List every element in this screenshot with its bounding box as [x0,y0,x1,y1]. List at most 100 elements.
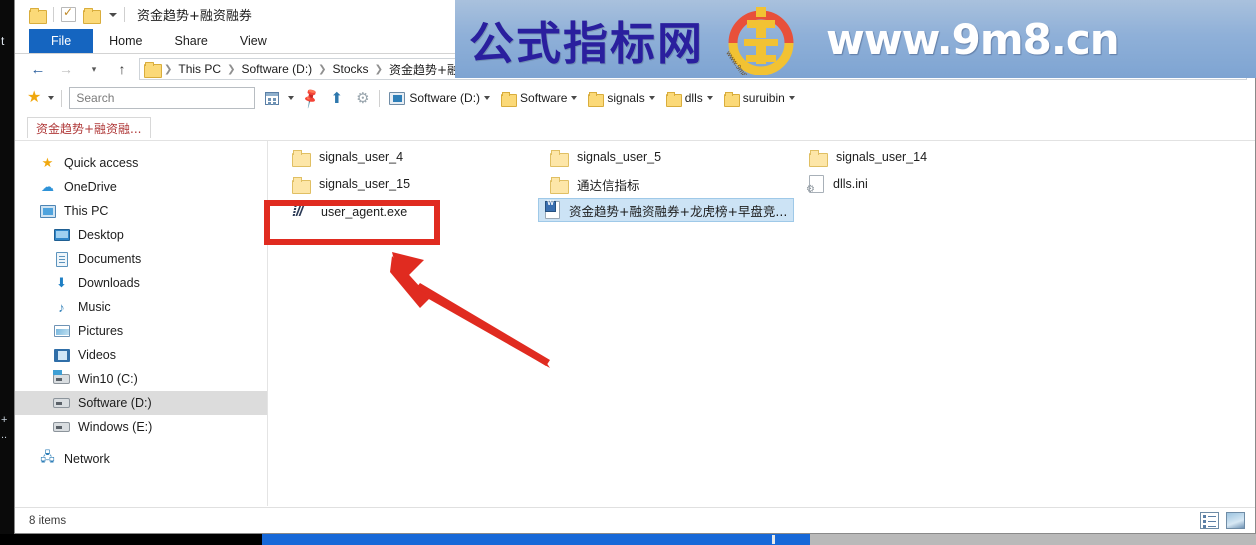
forward-arrow-icon[interactable]: → [55,58,77,80]
breadcrumb-item-software-d[interactable]: Software (D:) [238,62,315,76]
sidebar-item-music[interactable]: ♪ Music [15,295,267,319]
list-item[interactable]: signals_user_15 [286,172,416,196]
drive-chip-signals[interactable]: signals [586,91,656,107]
breadcrumb-separator: ❯ [318,63,327,75]
sidebar-item-windows-e[interactable]: Windows (E:) [15,415,267,439]
up-arrow-icon[interactable]: ⬆ [327,89,346,108]
tab-view[interactable]: View [224,29,283,53]
window-body: ★ Quick access ☁ OneDrive This PC Deskto… [15,140,1255,506]
pin-icon[interactable]: 📌 [298,85,324,111]
properties-icon[interactable] [61,5,76,22]
list-item[interactable]: signals_user_4 [286,145,409,169]
folder-icon [588,91,605,107]
drive-chip-label: dlls [684,91,703,105]
breadcrumb-separator: ❯ [374,63,383,75]
banner-site-name: 公式指标网 [469,16,705,70]
breadcrumb-item-stocks[interactable]: Stocks [330,62,372,76]
sidebar-item-label: Documents [78,252,142,266]
picture-icon [53,323,70,340]
tab-strip: 资金趋势+融资融... [15,112,1255,138]
chevron-down-icon[interactable] [288,96,295,100]
banner-url: www.9m8.cn [826,14,1120,64]
sidebar-item-desktop[interactable]: Desktop [15,223,267,247]
item-count-label: 8 items [29,514,67,527]
folder-icon [665,91,682,107]
drive-chip-label: suruibin [742,91,785,105]
chevron-down-icon[interactable] [484,96,491,100]
file-name: 资金趋势+融资融券+龙虎榜+早盘竞... [569,203,788,219]
sidebar-item-win10-c[interactable]: Win10 (C:) [15,367,267,391]
list-item[interactable]: dlls.ini [803,172,874,196]
window-title: 资金趋势+融资融券 [137,9,252,24]
tab-home[interactable]: Home [93,29,158,53]
back-arrow-icon[interactable]: ← [27,58,49,80]
file-list-pane[interactable]: signals_user_4 signals_user_15 ⁞// user_… [268,141,1255,506]
status-bar: 8 items [15,507,1255,533]
chevron-down-icon[interactable] [706,96,713,100]
network-icon: 🖧 [40,449,55,464]
drive-chip-label: signals [607,91,645,105]
folder-icon [809,149,828,167]
toolbar-row: ★ Search 📌 ⬆ ⚙ Software (D:) Software si… [15,84,1255,112]
desktop-edge-plus: + [1,414,8,426]
drive-chip-software-d[interactable]: Software (D:) [387,91,492,105]
screen: t + .. 资金趋势+融资融券 File Home Share View [0,0,1256,545]
view-grid-icon[interactable] [262,89,281,108]
large-icons-view-icon[interactable] [1226,512,1245,529]
list-item[interactable]: signals_user_5 [544,145,667,169]
folder-icon[interactable] [29,7,47,24]
up-arrow-icon[interactable]: ↑ [111,58,133,80]
chevron-down-icon[interactable] [788,96,795,100]
folder-icon [501,91,518,107]
sidebar-item-quick-access[interactable]: ★ Quick access [15,151,267,175]
list-item-selected[interactable]: 资金趋势+融资融券+龙虎榜+早盘竞... [538,198,795,222]
recent-locations-caret-icon[interactable]: ▾ [83,58,105,80]
file-name: signals_user_14 [836,150,928,164]
taskbar-cursor [772,535,775,544]
sidebar-item-videos[interactable]: Videos [15,343,267,367]
drive-chip-suruibin[interactable]: suruibin [722,91,797,107]
chevron-down-icon[interactable] [648,96,655,100]
sidebar-item-this-pc[interactable]: This PC [15,199,267,223]
drive-chip-label: Software [520,91,568,105]
chevron-down-icon[interactable] [48,96,55,100]
sidebar-item-onedrive[interactable]: ☁ OneDrive [15,175,267,199]
sidebar-item-pictures[interactable]: Pictures [15,319,267,343]
drive-chip-software[interactable]: Software [499,91,579,107]
star-icon[interactable]: ★ [27,90,41,106]
sidebar-item-downloads[interactable]: ⬇ Downloads [15,271,267,295]
system-drive-icon [53,370,70,388]
sidebar-item-network[interactable]: 🖧 Network [15,447,267,471]
file-name: dlls.ini [833,177,868,191]
details-view-icon[interactable] [1200,512,1219,529]
chevron-down-icon[interactable] [109,12,117,17]
tab-share[interactable]: Share [159,29,224,53]
gear-icon[interactable]: ⚙ [353,89,372,108]
sidebar-item-documents[interactable]: Documents [15,247,267,271]
folder-icon [550,176,569,194]
sidebar-item-label: Desktop [78,228,124,242]
sidebar-item-label: This PC [64,204,109,218]
app-tab-active[interactable]: 资金趋势+融资融... [27,117,151,138]
new-folder-icon[interactable] [83,7,101,24]
computer-icon [389,91,406,105]
video-icon [53,347,70,364]
breadcrumb-separator: ❯ [164,63,173,75]
sidebar-item-label: Music [78,300,111,314]
list-item[interactable]: signals_user_14 [803,145,933,169]
drive-chip-dlls[interactable]: dlls [664,91,715,107]
breadcrumb-separator: ❯ [227,63,236,75]
watermark-banner: 公式指标网 www.9m8.cn www.9m8.cn [455,0,1256,78]
sidebar-item-label: OneDrive [64,180,117,194]
breadcrumb-item-this-pc[interactable]: This PC [175,62,224,76]
list-item[interactable]: 通达信指标 [544,172,646,196]
sidebar-item-label: Videos [78,348,116,362]
documents-icon [53,251,70,268]
chevron-down-icon[interactable] [571,96,578,100]
sidebar-item-software-d[interactable]: Software (D:) [15,391,267,415]
quick-access-toolbar[interactable] [29,5,125,24]
music-note-icon: ♪ [58,299,65,315]
divider [53,7,54,22]
search-input[interactable]: Search [69,87,256,109]
tab-file[interactable]: File [29,29,94,53]
